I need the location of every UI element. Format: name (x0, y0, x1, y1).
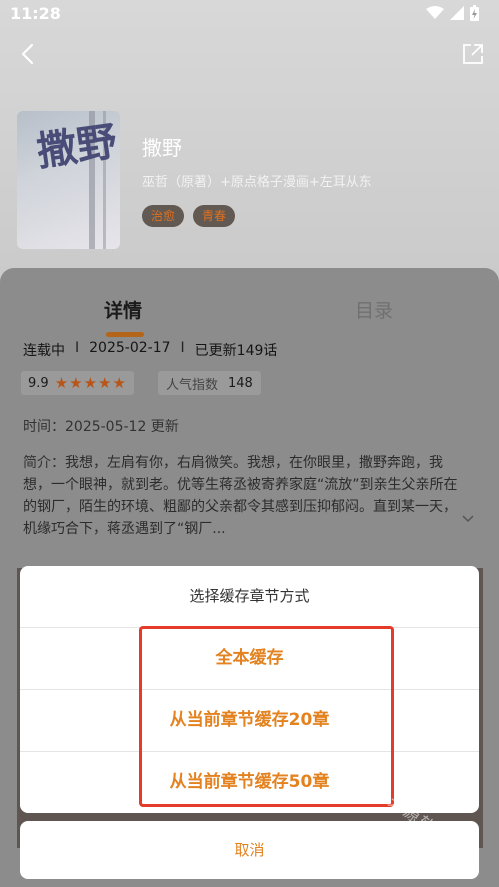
back-arrow-icon[interactable] (14, 40, 42, 68)
cancel-button[interactable]: 取消 (20, 821, 479, 879)
serial-status: 连载中 (23, 343, 65, 359)
battery-icon (470, 5, 479, 21)
episode-count: 已更新149话 (194, 343, 278, 359)
highlight-box (139, 626, 394, 807)
tag-healing[interactable]: 治愈 (142, 205, 185, 227)
signal-icon (450, 6, 464, 20)
popularity-value: 148 (228, 375, 253, 391)
meta-separator: I (180, 340, 185, 356)
book-title: 撒野 (142, 136, 182, 160)
book-cover[interactable]: 撒野 (17, 111, 120, 249)
tag-youth[interactable]: 青春 (193, 205, 236, 227)
tab-detail[interactable]: 详情 (104, 296, 142, 323)
wifi-icon (426, 6, 444, 19)
rating-stars-icon: ★★★★★ (54, 374, 127, 392)
tag-list: 治愈 青春 (142, 205, 236, 227)
update-time: 时间：2025-05-12 更新 (23, 419, 179, 435)
tab-bar: 详情 目录 (0, 296, 499, 337)
status-bar: 11:28 (0, 0, 499, 30)
publish-date: 2025-02-17 (89, 340, 171, 356)
meta-separator: I (75, 340, 80, 356)
expand-chevron-icon[interactable] (462, 515, 474, 523)
book-meta: 连载中 I 2025-02-17 I 已更新149话 (23, 340, 277, 360)
book-intro[interactable]: 简介：我想，左肩有你，右肩微笑。我想，在你眼里，撒野奔跑，我想，一个眼神，就到老… (23, 452, 468, 540)
book-detail-page: 11:28 撒野 撒野 巫哲（原著）+原点格子漫画+左耳从东 治愈 青春 详情 … (0, 0, 499, 887)
status-time: 11:28 (10, 4, 61, 23)
popularity-box: 人气指数 148 (158, 371, 261, 395)
rating-box: 9.9 ★★★★★ (21, 371, 134, 395)
share-icon[interactable] (461, 42, 485, 66)
intro-label: 简介： (23, 455, 65, 471)
rating-score: 9.9 (28, 375, 49, 391)
cover-title: 撒野 (34, 117, 120, 176)
status-icons (426, 5, 479, 21)
tab-active-indicator (106, 332, 144, 337)
book-authors: 巫哲（原著）+原点格子漫画+左耳从东 (142, 175, 372, 190)
tab-catalog[interactable]: 目录 (355, 296, 393, 323)
dialog-title: 选择缓存章节方式 (20, 566, 479, 628)
popularity-label: 人气指数 (166, 377, 219, 393)
intro-text: 我想，左肩有你，右肩微笑。我想，在你眼里，撒野奔跑，我想，一个眼神，就到老。优等… (23, 455, 458, 537)
